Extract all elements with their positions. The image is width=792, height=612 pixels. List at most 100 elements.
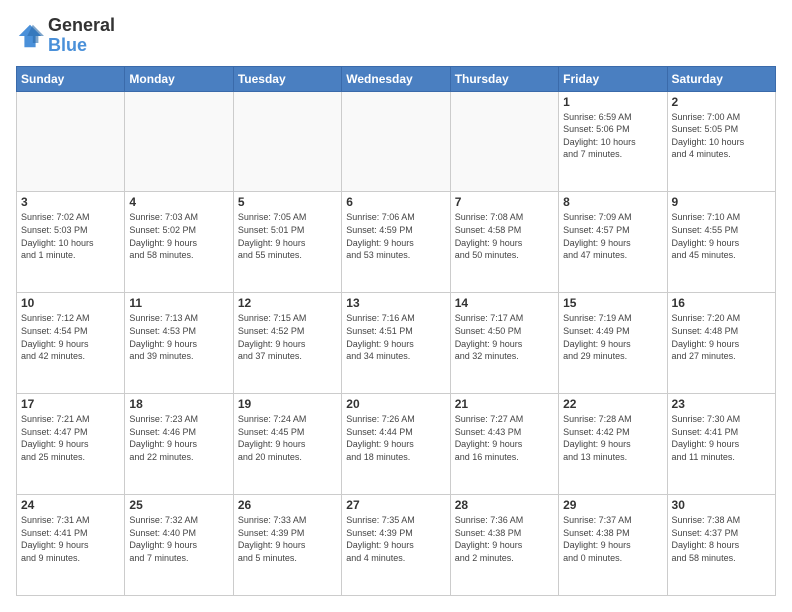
- week-row-3: 10 Sunrise: 7:12 AM Sunset: 4:54 PM Dayli…: [17, 293, 776, 394]
- day-info: Sunrise: 7:32 AM Sunset: 4:40 PM Dayligh…: [129, 514, 228, 564]
- day-info: Sunrise: 7:12 AM Sunset: 4:54 PM Dayligh…: [21, 312, 120, 362]
- week-row-4: 17 Sunrise: 7:21 AM Sunset: 4:47 PM Dayli…: [17, 394, 776, 495]
- day-info: Sunrise: 7:26 AM Sunset: 4:44 PM Dayligh…: [346, 413, 445, 463]
- day-info: Sunrise: 7:36 AM Sunset: 4:38 PM Dayligh…: [455, 514, 554, 564]
- col-header-saturday: Saturday: [667, 66, 775, 91]
- day-info: Sunrise: 7:31 AM Sunset: 4:41 PM Dayligh…: [21, 514, 120, 564]
- day-number: 2: [672, 95, 771, 109]
- col-header-monday: Monday: [125, 66, 233, 91]
- day-cell: 22 Sunrise: 7:28 AM Sunset: 4:42 PM Dayli…: [559, 394, 667, 495]
- col-header-sunday: Sunday: [17, 66, 125, 91]
- day-number: 13: [346, 296, 445, 310]
- day-cell: 23 Sunrise: 7:30 AM Sunset: 4:41 PM Dayli…: [667, 394, 775, 495]
- day-number: 28: [455, 498, 554, 512]
- day-cell: 30Sunrise: 7:38 AM Sunset: 4:37 PM Dayli…: [667, 495, 775, 596]
- day-info: Sunrise: 7:24 AM Sunset: 4:45 PM Dayligh…: [238, 413, 337, 463]
- day-info: Sunrise: 7:28 AM Sunset: 4:42 PM Dayligh…: [563, 413, 662, 463]
- day-number: 19: [238, 397, 337, 411]
- day-cell: 2 Sunrise: 7:00 AM Sunset: 5:05 PM Daylig…: [667, 91, 775, 192]
- day-info: Sunrise: 7:38 AM Sunset: 4:37 PM Dayligh…: [672, 514, 771, 564]
- week-row-2: 3 Sunrise: 7:02 AM Sunset: 5:03 PM Daylig…: [17, 192, 776, 293]
- day-cell: 9 Sunrise: 7:10 AM Sunset: 4:55 PM Daylig…: [667, 192, 775, 293]
- day-number: 29: [563, 498, 662, 512]
- col-header-thursday: Thursday: [450, 66, 558, 91]
- day-info: Sunrise: 7:00 AM Sunset: 5:05 PM Dayligh…: [672, 111, 771, 161]
- day-info: Sunrise: 7:10 AM Sunset: 4:55 PM Dayligh…: [672, 211, 771, 261]
- day-number: 18: [129, 397, 228, 411]
- day-info: Sunrise: 7:05 AM Sunset: 5:01 PM Dayligh…: [238, 211, 337, 261]
- day-info: Sunrise: 7:16 AM Sunset: 4:51 PM Dayligh…: [346, 312, 445, 362]
- day-cell: 15 Sunrise: 7:19 AM Sunset: 4:49 PM Dayli…: [559, 293, 667, 394]
- day-cell: 29 Sunrise: 7:37 AM Sunset: 4:38 PM Dayli…: [559, 495, 667, 596]
- day-number: 3: [21, 195, 120, 209]
- day-info: Sunrise: 7:37 AM Sunset: 4:38 PM Dayligh…: [563, 514, 662, 564]
- logo: General Blue: [16, 16, 115, 56]
- page: General Blue SundayMondayTuesdayWednesda…: [0, 0, 792, 612]
- day-info: Sunrise: 7:09 AM Sunset: 4:57 PM Dayligh…: [563, 211, 662, 261]
- day-cell: 21 Sunrise: 7:27 AM Sunset: 4:43 PM Dayli…: [450, 394, 558, 495]
- day-cell: 7 Sunrise: 7:08 AM Sunset: 4:58 PM Daylig…: [450, 192, 558, 293]
- day-number: 5: [238, 195, 337, 209]
- day-cell: [450, 91, 558, 192]
- col-header-friday: Friday: [559, 66, 667, 91]
- day-info: Sunrise: 7:13 AM Sunset: 4:53 PM Dayligh…: [129, 312, 228, 362]
- day-number: 21: [455, 397, 554, 411]
- col-header-wednesday: Wednesday: [342, 66, 450, 91]
- day-cell: 24Sunrise: 7:31 AM Sunset: 4:41 PM Dayli…: [17, 495, 125, 596]
- day-info: Sunrise: 7:23 AM Sunset: 4:46 PM Dayligh…: [129, 413, 228, 463]
- day-number: 17: [21, 397, 120, 411]
- day-number: 14: [455, 296, 554, 310]
- day-info: Sunrise: 6:59 AM Sunset: 5:06 PM Dayligh…: [563, 111, 662, 161]
- day-cell: 11 Sunrise: 7:13 AM Sunset: 4:53 PM Dayli…: [125, 293, 233, 394]
- day-info: Sunrise: 7:30 AM Sunset: 4:41 PM Dayligh…: [672, 413, 771, 463]
- day-cell: 16Sunrise: 7:20 AM Sunset: 4:48 PM Dayli…: [667, 293, 775, 394]
- day-info: Sunrise: 7:35 AM Sunset: 4:39 PM Dayligh…: [346, 514, 445, 564]
- day-number: 15: [563, 296, 662, 310]
- day-cell: 8Sunrise: 7:09 AM Sunset: 4:57 PM Daylig…: [559, 192, 667, 293]
- day-number: 10: [21, 296, 120, 310]
- day-info: Sunrise: 7:03 AM Sunset: 5:02 PM Dayligh…: [129, 211, 228, 261]
- calendar: SundayMondayTuesdayWednesdayThursdayFrid…: [16, 66, 776, 596]
- day-cell: [233, 91, 341, 192]
- day-info: Sunrise: 7:17 AM Sunset: 4:50 PM Dayligh…: [455, 312, 554, 362]
- day-cell: 28 Sunrise: 7:36 AM Sunset: 4:38 PM Dayli…: [450, 495, 558, 596]
- day-info: Sunrise: 7:06 AM Sunset: 4:59 PM Dayligh…: [346, 211, 445, 261]
- day-info: Sunrise: 7:21 AM Sunset: 4:47 PM Dayligh…: [21, 413, 120, 463]
- day-cell: 27 Sunrise: 7:35 AM Sunset: 4:39 PM Dayli…: [342, 495, 450, 596]
- day-number: 22: [563, 397, 662, 411]
- day-cell: [17, 91, 125, 192]
- day-cell: 14 Sunrise: 7:17 AM Sunset: 4:50 PM Dayli…: [450, 293, 558, 394]
- col-header-tuesday: Tuesday: [233, 66, 341, 91]
- day-cell: [342, 91, 450, 192]
- day-number: 23: [672, 397, 771, 411]
- week-row-1: 1Sunrise: 6:59 AM Sunset: 5:06 PM Daylig…: [17, 91, 776, 192]
- day-info: Sunrise: 7:19 AM Sunset: 4:49 PM Dayligh…: [563, 312, 662, 362]
- day-cell: 17 Sunrise: 7:21 AM Sunset: 4:47 PM Dayli…: [17, 394, 125, 495]
- day-info: Sunrise: 7:33 AM Sunset: 4:39 PM Dayligh…: [238, 514, 337, 564]
- day-cell: 1Sunrise: 6:59 AM Sunset: 5:06 PM Daylig…: [559, 91, 667, 192]
- day-cell: 4Sunrise: 7:03 AM Sunset: 5:02 PM Daylig…: [125, 192, 233, 293]
- day-cell: 13 Sunrise: 7:16 AM Sunset: 4:51 PM Dayli…: [342, 293, 450, 394]
- day-cell: 5 Sunrise: 7:05 AM Sunset: 5:01 PM Daylig…: [233, 192, 341, 293]
- day-info: Sunrise: 7:02 AM Sunset: 5:03 PM Dayligh…: [21, 211, 120, 261]
- day-number: 16: [672, 296, 771, 310]
- day-number: 9: [672, 195, 771, 209]
- day-number: 7: [455, 195, 554, 209]
- logo-text: General Blue: [48, 16, 115, 56]
- day-cell: 25 Sunrise: 7:32 AM Sunset: 4:40 PM Dayli…: [125, 495, 233, 596]
- day-number: 6: [346, 195, 445, 209]
- header: General Blue: [16, 16, 776, 56]
- day-info: Sunrise: 7:15 AM Sunset: 4:52 PM Dayligh…: [238, 312, 337, 362]
- day-number: 12: [238, 296, 337, 310]
- week-row-5: 24Sunrise: 7:31 AM Sunset: 4:41 PM Dayli…: [17, 495, 776, 596]
- logo-icon: [16, 22, 44, 50]
- day-info: Sunrise: 7:08 AM Sunset: 4:58 PM Dayligh…: [455, 211, 554, 261]
- day-cell: 19 Sunrise: 7:24 AM Sunset: 4:45 PM Dayli…: [233, 394, 341, 495]
- day-info: Sunrise: 7:27 AM Sunset: 4:43 PM Dayligh…: [455, 413, 554, 463]
- day-number: 11: [129, 296, 228, 310]
- day-cell: 10 Sunrise: 7:12 AM Sunset: 4:54 PM Dayli…: [17, 293, 125, 394]
- day-number: 27: [346, 498, 445, 512]
- day-cell: 18 Sunrise: 7:23 AM Sunset: 4:46 PM Dayli…: [125, 394, 233, 495]
- day-cell: 12 Sunrise: 7:15 AM Sunset: 4:52 PM Dayli…: [233, 293, 341, 394]
- day-number: 25: [129, 498, 228, 512]
